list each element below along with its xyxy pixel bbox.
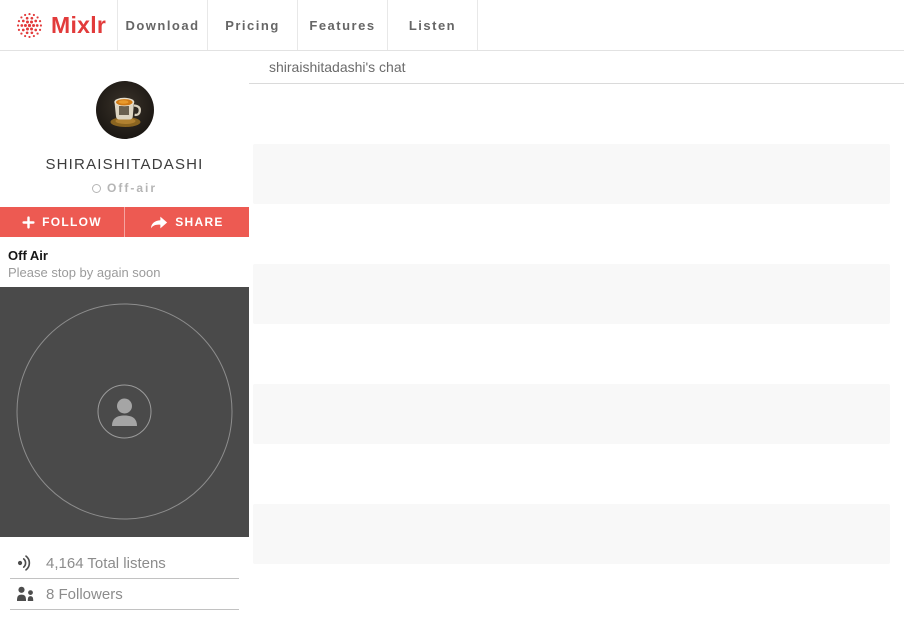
offair-message-box: Off Air Please stop by again soon bbox=[0, 237, 249, 287]
avatar bbox=[96, 81, 154, 139]
chat-row bbox=[253, 504, 890, 564]
chat-row bbox=[253, 84, 890, 144]
profile-actions: FOLLOW SHARE bbox=[0, 207, 249, 237]
main-nav: Download Pricing Features Listen bbox=[118, 0, 478, 50]
chat-row bbox=[253, 204, 890, 264]
total-listens-label: 4,164 Total listens bbox=[46, 555, 166, 572]
player-area bbox=[0, 287, 249, 537]
chat-panel: shiraishitadashi's chat bbox=[249, 51, 904, 626]
followers-stat: 8 Followers bbox=[10, 579, 239, 610]
chat-message-list bbox=[253, 84, 890, 624]
share-label: SHARE bbox=[175, 215, 224, 229]
share-button[interactable]: SHARE bbox=[125, 207, 249, 237]
profile-sidebar: SHIRAISHITADASHI Off-air FOLLOW SHARE Of… bbox=[0, 51, 249, 626]
person-placeholder-icon bbox=[112, 399, 137, 427]
profile-name: SHIRAISHITADASHI bbox=[0, 156, 249, 173]
status-label: Off-air bbox=[107, 181, 157, 195]
mixlr-logo-icon bbox=[16, 12, 43, 39]
chat-row bbox=[253, 264, 890, 324]
chat-row bbox=[253, 384, 890, 444]
offair-ring-icon bbox=[92, 184, 101, 193]
nav-item-features[interactable]: Features bbox=[298, 0, 388, 50]
mixlr-logo[interactable]: Mixlr bbox=[0, 0, 118, 50]
profile-stats: 4,164 Total listens 8 Followers bbox=[0, 537, 249, 610]
chat-title: shiraishitadashi's chat bbox=[249, 51, 904, 84]
mixlr-profile-page: Mixlr Download Pricing Features Listen S… bbox=[0, 0, 904, 626]
chat-row bbox=[253, 564, 890, 624]
chat-row bbox=[253, 324, 890, 384]
nav-item-pricing[interactable]: Pricing bbox=[208, 0, 298, 50]
nav-item-download[interactable]: Download bbox=[118, 0, 208, 50]
followers-label: 8 Followers bbox=[46, 586, 123, 603]
teacup-avatar-image bbox=[96, 81, 154, 139]
followers-icon bbox=[15, 585, 37, 603]
chat-row bbox=[253, 444, 890, 504]
broadcast-status: Off-air bbox=[0, 181, 249, 195]
plus-icon bbox=[22, 216, 35, 229]
total-listens-stat: 4,164 Total listens bbox=[10, 548, 239, 579]
player-placeholder-graphic bbox=[0, 287, 249, 537]
follow-button[interactable]: FOLLOW bbox=[0, 207, 124, 237]
chat-row bbox=[253, 144, 890, 204]
offair-subtitle: Please stop by again soon bbox=[8, 265, 241, 280]
top-navbar: Mixlr Download Pricing Features Listen bbox=[0, 0, 904, 51]
nav-item-listen[interactable]: Listen bbox=[388, 0, 478, 50]
listens-icon bbox=[15, 551, 37, 575]
offair-title: Off Air bbox=[8, 248, 241, 263]
brand-wordmark: Mixlr bbox=[51, 12, 106, 39]
follow-label: FOLLOW bbox=[42, 215, 102, 229]
share-arrow-icon bbox=[150, 215, 168, 230]
